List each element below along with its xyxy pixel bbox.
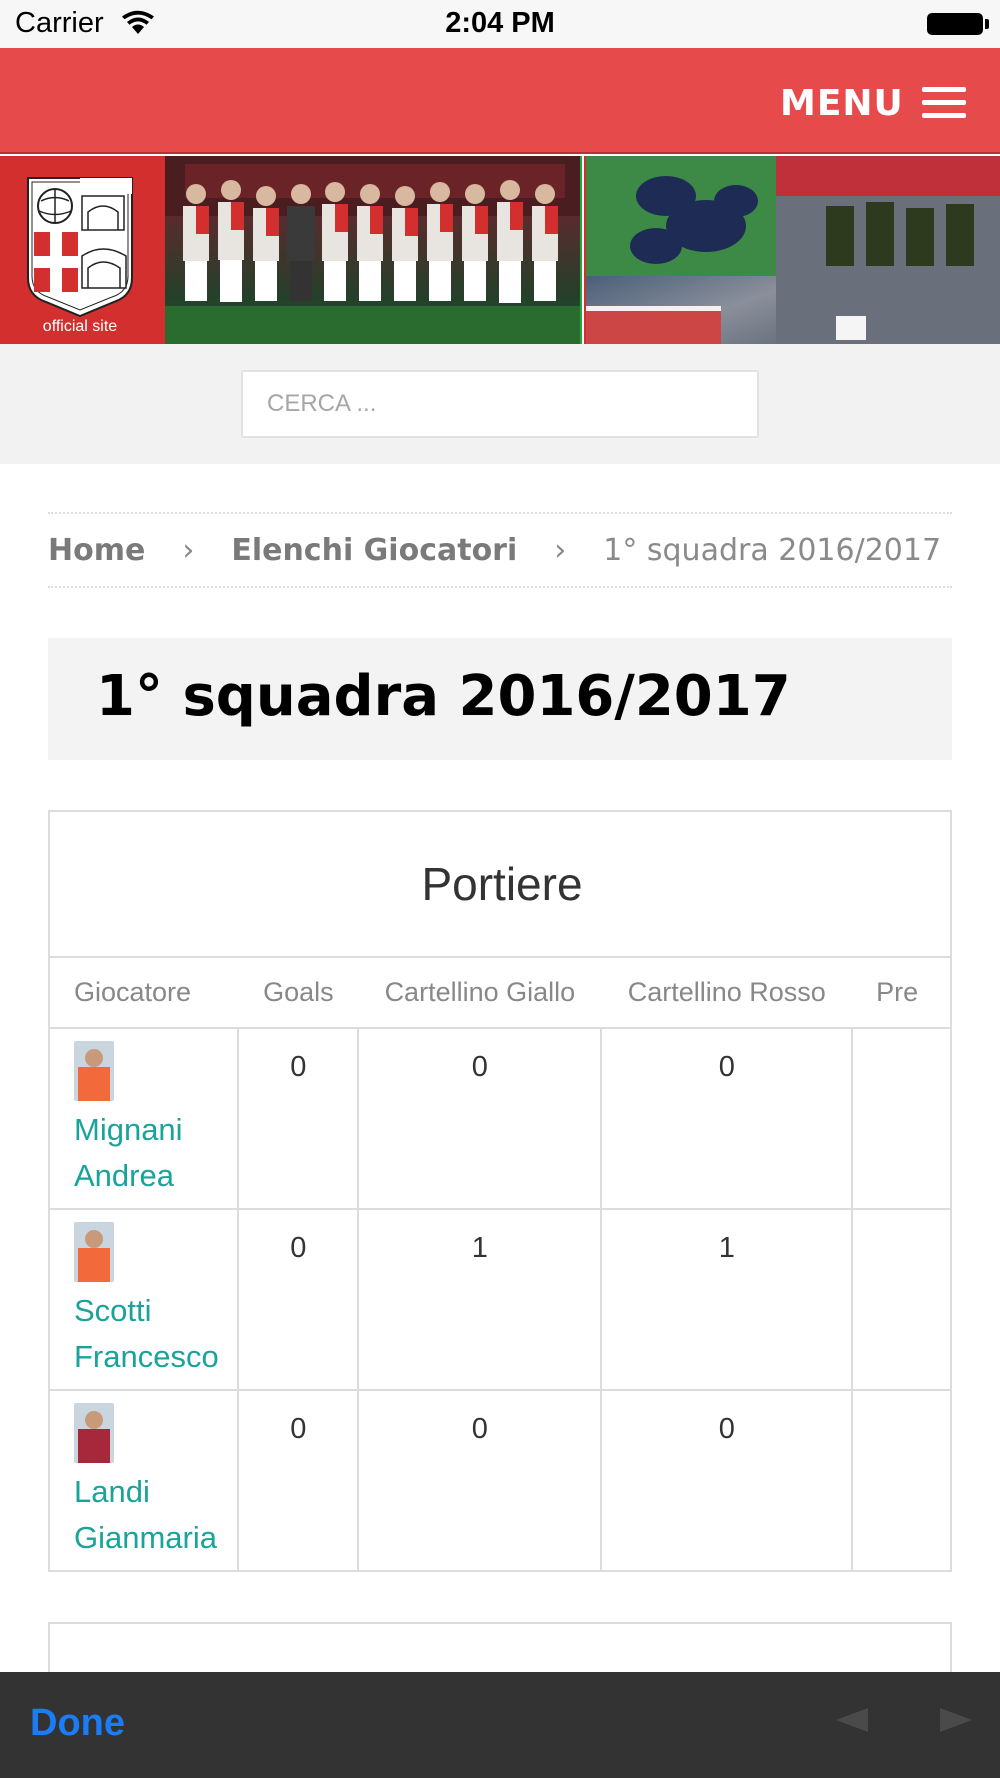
yellow-card-cell: 0 bbox=[358, 1390, 603, 1570]
table-row: Scotti Francesco 0 1 1 bbox=[50, 1209, 950, 1391]
player-photo[interactable] bbox=[74, 1222, 114, 1282]
red-card-cell: 0 bbox=[601, 1028, 854, 1210]
breadcrumb-home[interactable]: Home bbox=[48, 533, 145, 568]
player-photo-shirt bbox=[78, 1429, 110, 1463]
player-photo-shirt bbox=[78, 1067, 110, 1101]
search-input[interactable] bbox=[241, 370, 759, 438]
page-title-box: 1° squadra 2016/2017 bbox=[48, 638, 952, 760]
battery-icon bbox=[927, 13, 983, 35]
pre-cell bbox=[852, 1209, 950, 1391]
player-photo[interactable] bbox=[74, 1041, 114, 1101]
site-header: MENU bbox=[0, 48, 1000, 154]
player-name-link[interactable]: Mignani Andrea bbox=[74, 1107, 234, 1199]
breadcrumb-separator-icon: › bbox=[554, 532, 567, 568]
column-header-pre: Pre bbox=[852, 958, 950, 1029]
player-name-link[interactable]: Scotti Francesco bbox=[74, 1288, 234, 1380]
player-cell: Landi Gianmaria bbox=[50, 1390, 240, 1570]
table-row: Mignani Andrea 0 0 0 bbox=[50, 1028, 950, 1210]
done-button[interactable]: Done bbox=[30, 1702, 125, 1745]
browser-toolbar: Done bbox=[0, 1672, 1000, 1778]
breadcrumb-current: 1° squadra 2016/2017 bbox=[603, 532, 942, 568]
stats-table: Giocatore Goals Cartellino Giallo Cartel… bbox=[50, 958, 950, 1570]
column-header-cartellino-giallo: Cartellino Giallo bbox=[358, 958, 602, 1029]
fans-photo bbox=[586, 156, 1000, 344]
player-cell: Scotti Francesco bbox=[50, 1209, 240, 1391]
club-crest-icon bbox=[27, 177, 133, 318]
forward-arrow-icon[interactable] bbox=[940, 1708, 972, 1732]
team-photo bbox=[165, 156, 580, 344]
site-banner: official site bbox=[0, 156, 1000, 344]
status-bar: Carrier 2:04 PM bbox=[0, 0, 1000, 48]
column-header-cartellino-rosso: Cartellino Rosso bbox=[601, 958, 853, 1029]
breadcrumb-elenchi-giocatori[interactable]: Elenchi Giocatori bbox=[231, 533, 517, 568]
red-card-cell: 0 bbox=[601, 1390, 854, 1570]
pre-cell bbox=[852, 1390, 950, 1570]
goals-cell: 0 bbox=[238, 1390, 360, 1570]
menu-label: MENU bbox=[780, 82, 904, 124]
carrier-label: Carrier bbox=[15, 7, 104, 39]
red-card-cell: 1 bbox=[601, 1209, 854, 1391]
page-title: 1° squadra 2016/2017 bbox=[96, 664, 791, 729]
pre-cell bbox=[852, 1028, 950, 1210]
goals-cell: 0 bbox=[238, 1028, 360, 1210]
back-arrow-icon[interactable] bbox=[836, 1708, 868, 1732]
table-header-row: Giocatore Goals Cartellino Giallo Cartel… bbox=[50, 958, 950, 1029]
battery-tip bbox=[985, 19, 989, 29]
breadcrumb: Home › Elenchi Giocatori › 1° squadra 20… bbox=[48, 512, 952, 588]
player-cell: Mignani Andrea bbox=[50, 1028, 240, 1210]
player-name-link[interactable]: Landi Gianmaria bbox=[74, 1469, 234, 1561]
column-header-giocatore: Giocatore bbox=[50, 958, 239, 1029]
player-photo[interactable] bbox=[74, 1403, 114, 1463]
club-logo[interactable]: official site bbox=[0, 156, 165, 344]
menu-button[interactable]: MENU bbox=[780, 78, 966, 128]
breadcrumb-separator-icon: › bbox=[182, 532, 195, 568]
team-players-image bbox=[165, 156, 580, 344]
table-row: Landi Gianmaria 0 0 0 bbox=[50, 1390, 950, 1570]
yellow-card-cell: 0 bbox=[358, 1028, 603, 1210]
official-site-label: official site bbox=[42, 318, 118, 335]
fans-celebration-image bbox=[586, 156, 1000, 344]
panel-title: Portiere bbox=[50, 812, 950, 958]
stats-panel: Portiere Giocatore Goals Cartellino Gial… bbox=[48, 810, 952, 1572]
goals-cell: 0 bbox=[238, 1209, 360, 1391]
search-area bbox=[0, 344, 1000, 464]
column-header-goals: Goals bbox=[238, 958, 359, 1029]
hamburger-icon bbox=[921, 87, 966, 119]
wifi-icon bbox=[122, 10, 154, 34]
yellow-card-cell: 1 bbox=[358, 1209, 603, 1391]
player-photo-shirt bbox=[78, 1248, 110, 1282]
